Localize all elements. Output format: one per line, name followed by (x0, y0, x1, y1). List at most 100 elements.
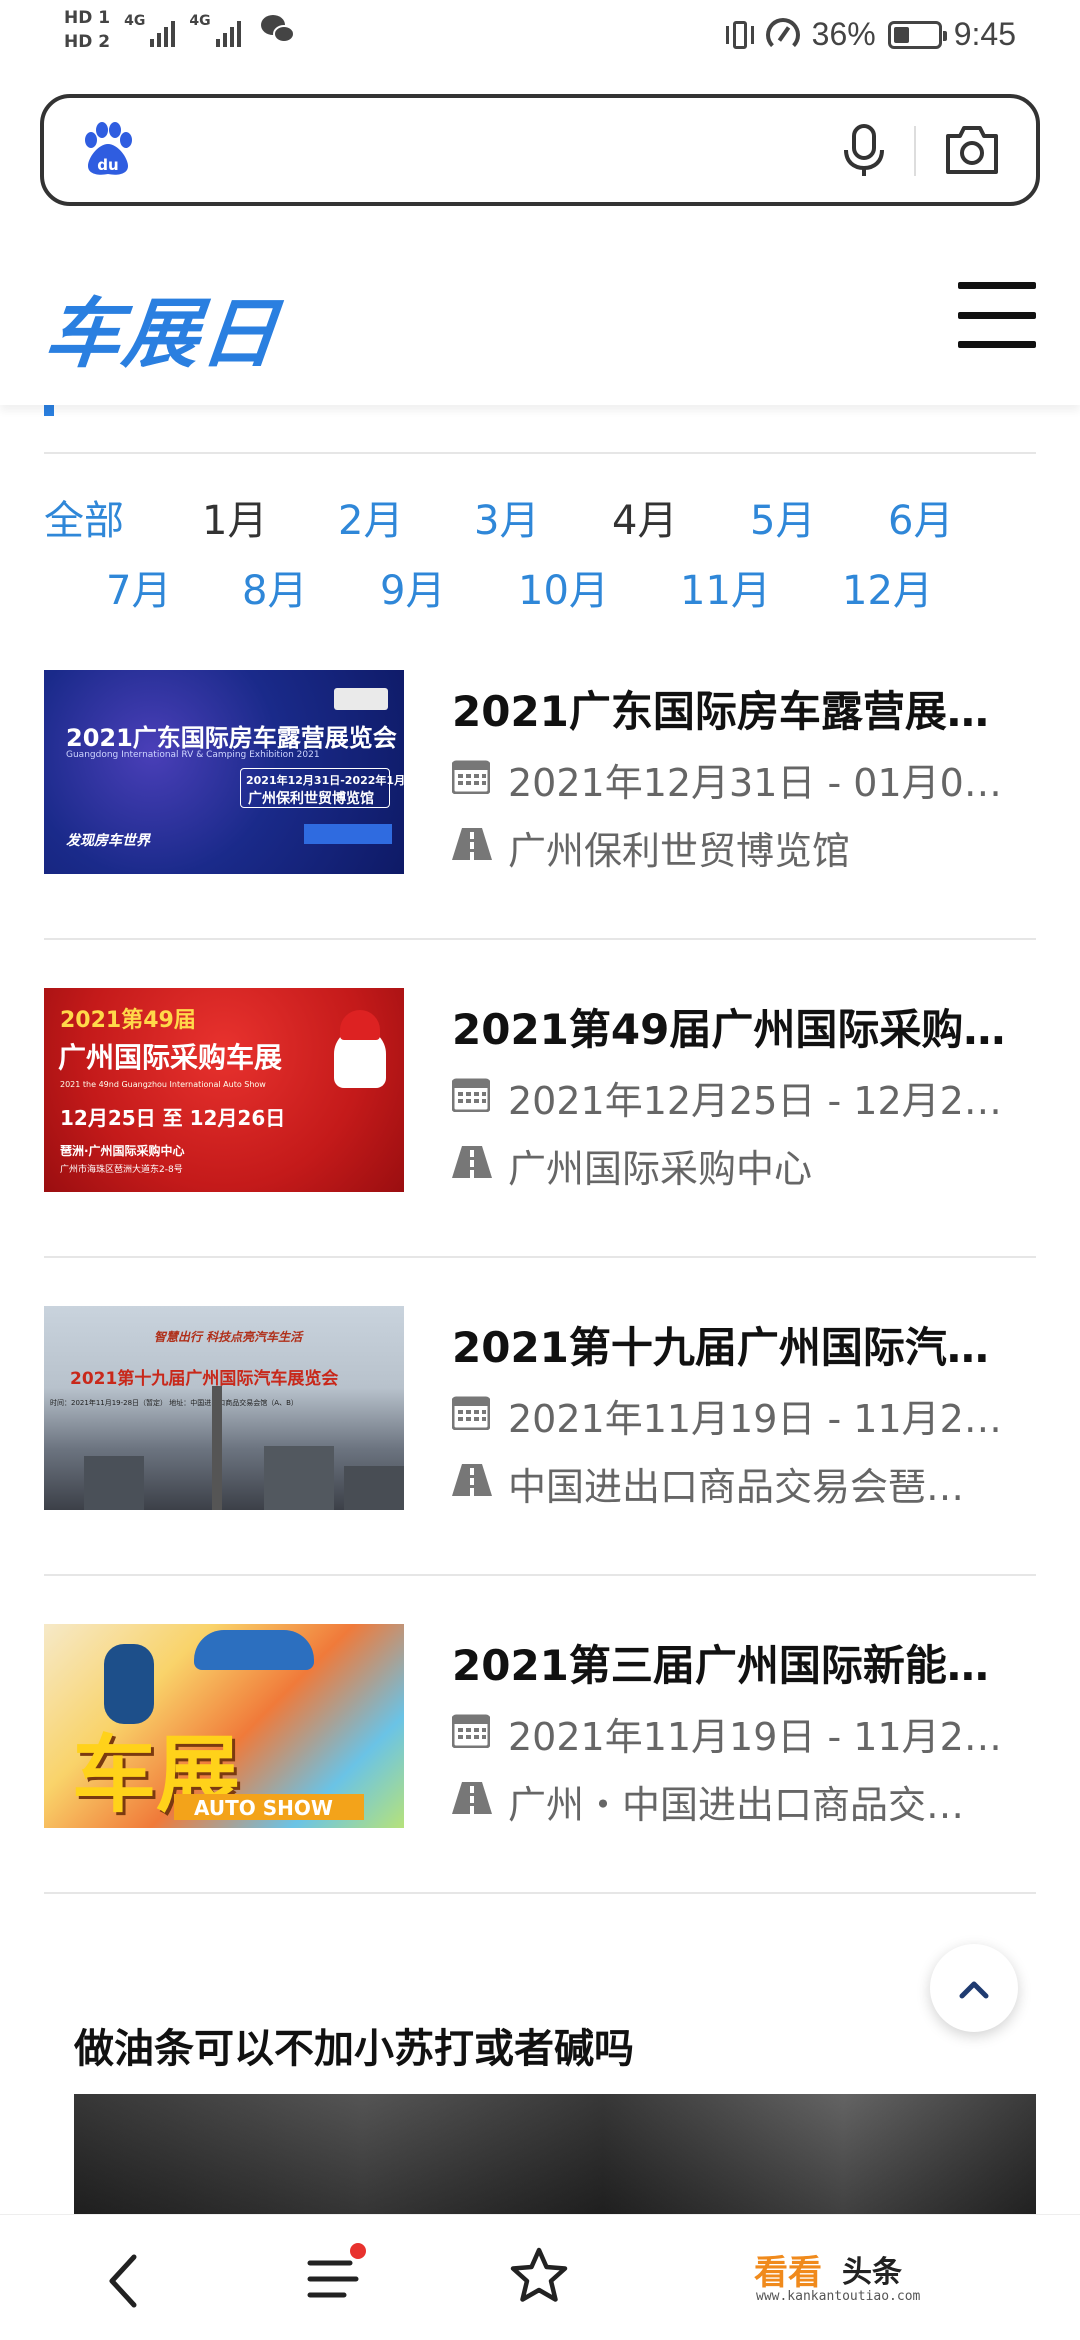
month-7[interactable]: 7月 (106, 558, 171, 616)
month-1[interactable]: 1月 (202, 488, 267, 546)
month-6[interactable]: 6月 (888, 488, 953, 546)
road-icon (452, 1464, 492, 1496)
divider (44, 1574, 1036, 1576)
status-bar: HD 1 HD 2 4G 4G 36% 9:45 (0, 0, 1080, 80)
exhibition-item[interactable]: 智慧出行 科技点亮汽车生活 2021第十九届广州国际汽车展览会 时间：2021年… (44, 1306, 1036, 1606)
hamburger-menu-icon[interactable] (958, 282, 1036, 348)
exhibition-date: 2021年12月25日 - 12月2… (452, 1070, 1032, 1120)
exhibition-venue-text: 中国进出口商品交易会琶… (508, 1465, 965, 1506)
battery-icon (887, 20, 947, 49)
thumb-edition: 2021第49届 (60, 1008, 196, 1033)
brand-url: www.kankantoutiao.com (756, 2289, 921, 2304)
month-12[interactable]: 12月 (842, 558, 933, 616)
month-9[interactable]: 9月 (380, 558, 445, 616)
thumb-address: 广州市海珠区琶洲大道东2-8号 (60, 1165, 183, 1175)
net1-label: 4G (124, 13, 146, 29)
hd1-label: HD 1 (64, 8, 111, 28)
brand-part-b: 头条 (842, 2255, 902, 2290)
kankan-toutiao-logo[interactable]: 看看 头条 www.kankantoutiao.com (754, 2245, 954, 2305)
month-10[interactable]: 10月 (518, 558, 609, 616)
exhibition-date-text: 2021年12月25日 - 12月2… (508, 1079, 1002, 1120)
net2-label: 4G (189, 13, 211, 29)
exhibition-venue-text: 广州国际采购中心 (508, 1147, 813, 1188)
notification-dot (350, 2243, 366, 2259)
exhibition-venue-text: 广州・中国进出口商品交… (508, 1783, 965, 1824)
hd-indicators: HD 1 HD 2 (64, 8, 110, 52)
site-logo[interactable]: 车展日 (40, 272, 286, 382)
exhibition-date-text: 2021年11月19日 - 11月2… (508, 1397, 1002, 1438)
divider (44, 1892, 1036, 1894)
thumb-subtitle: 2021 the 49nd Guangzhou International Au… (60, 1080, 266, 1089)
divider (44, 1256, 1036, 1258)
road-icon (452, 1146, 492, 1178)
exhibition-date-text: 2021年12月31日 - 01月0… (508, 761, 1002, 802)
road-icon (452, 828, 492, 860)
month-2[interactable]: 2月 (338, 488, 403, 546)
exhibition-thumbnail[interactable]: 2021第49届 广州国际采购车展 2021 the 49nd Guangzho… (44, 988, 404, 1192)
divider (44, 452, 1036, 454)
thumb-subtitle: Guangdong International RV & Camping Exh… (66, 750, 320, 760)
status-left: HD 1 HD 2 4G 4G (64, 8, 295, 52)
calendar-icon (452, 760, 490, 794)
baidu-logo-text: du (97, 156, 118, 174)
exhibition-thumbnail[interactable]: 智慧出行 科技点亮汽车生活 2021第十九届广州国际汽车展览会 时间：2021年… (44, 1306, 404, 1510)
thumb-headline: 2021广东国际房车露营展览会 (66, 724, 397, 752)
baidu-paw-icon[interactable]: du (78, 120, 138, 180)
exhibition-date-text: 2021年11月19日 - 11月2… (508, 1715, 1002, 1756)
calendar-icon (452, 1714, 490, 1748)
microphone-icon[interactable] (834, 120, 894, 180)
signal-1-icon: 4G (124, 13, 176, 47)
thumb-place: 琶洲·广州国际采购中心 (60, 1144, 185, 1158)
exhibition-title[interactable]: 2021第三届广州国际新能… (452, 1632, 1032, 1693)
calendar-icon (452, 1396, 490, 1430)
month-4[interactable]: 4月 (612, 488, 677, 546)
exhibition-date: 2021年11月19日 - 11月2… (452, 1706, 1032, 1756)
month-8[interactable]: 8月 (242, 558, 307, 616)
exhibition-date: 2021年12月31日 - 01月0… (452, 752, 1032, 802)
tabs-menu-icon[interactable] (304, 2249, 374, 2309)
thumb-slogan: 发现房车世界 (66, 833, 150, 849)
bottom-nav: 看看 头条 www.kankantoutiao.com (0, 2214, 1080, 2340)
exhibition-venue: 广州保利世贸博览馆 (452, 820, 1032, 870)
thumb-detail: 时间：2021年11月19-28日（暂定） 地址：中国进出口商品交易会馆（A、B… (50, 1399, 298, 1407)
exhibition-date: 2021年11月19日 - 11月2… (452, 1388, 1032, 1438)
exhibition-thumbnail[interactable]: 2021广东国际房车露营展览会 Guangdong International … (44, 670, 404, 874)
camera-icon[interactable] (942, 122, 1002, 178)
article-title[interactable]: 做油条可以不加小苏打或者碱吗 (74, 2016, 634, 2074)
exhibition-title[interactable]: 2021广东国际房车露营展… (452, 678, 1032, 739)
site-header: 车展日 (0, 240, 1080, 405)
star-bookmark-icon[interactable] (508, 2245, 570, 2307)
hd2-label: HD 2 (64, 32, 111, 52)
clock: 9:45 (953, 16, 1016, 52)
search-bar[interactable]: du (40, 94, 1040, 206)
month-all[interactable]: 全部 (44, 488, 124, 546)
divider (44, 938, 1036, 940)
brand-part-a: 看看 (754, 2253, 822, 2293)
search-divider (914, 126, 916, 176)
calendar-icon (452, 1078, 490, 1112)
scroll-to-top-button[interactable] (930, 1944, 1018, 2032)
exhibition-item[interactable]: 2021第49届 广州国际采购车展 2021 the 49nd Guangzho… (44, 988, 1036, 1288)
exhibition-venue-text: 广州保利世贸博览馆 (508, 829, 851, 870)
thumb-dates: 2021年12月31日-2022年1月2日 (246, 774, 404, 787)
exhibition-thumbnail[interactable]: 车展 AUTO SHOW (44, 1624, 404, 1828)
thumb-dates: 12月25日 至 12月26日 (60, 1106, 286, 1130)
exhibition-item[interactable]: 车展 AUTO SHOW 2021第三届广州国际新能… 2021年11月19日 … (44, 1624, 1036, 1924)
month-5[interactable]: 5月 (750, 488, 815, 546)
exhibition-title[interactable]: 2021第49届广州国际采购… (452, 996, 1032, 1057)
article-image[interactable] (74, 2094, 1036, 2218)
exhibition-venue: 广州国际采购中心 (452, 1138, 1032, 1188)
vibrate-icon (725, 18, 754, 52)
battery-percent: 36% (811, 16, 876, 52)
month-3[interactable]: 3月 (474, 488, 539, 546)
exhibition-item[interactable]: 2021广东国际房车露营展览会 Guangdong International … (44, 670, 1036, 970)
thumb-place: 广州保利世贸博览馆 (248, 791, 374, 807)
signal-2-icon: 4G (189, 13, 241, 47)
exhibition-title[interactable]: 2021第十九届广州国际汽… (452, 1314, 1032, 1375)
month-11[interactable]: 11月 (680, 558, 771, 616)
exhibition-venue: 广州・中国进出口商品交… (452, 1774, 1032, 1824)
chevron-up-icon (959, 1981, 989, 1999)
back-arrow-icon[interactable] (100, 2251, 150, 2311)
thumb-slogan: 智慧出行 科技点亮汽车生活 (154, 1330, 303, 1344)
thumb-headline: 广州国际采购车展 (58, 1041, 283, 1074)
